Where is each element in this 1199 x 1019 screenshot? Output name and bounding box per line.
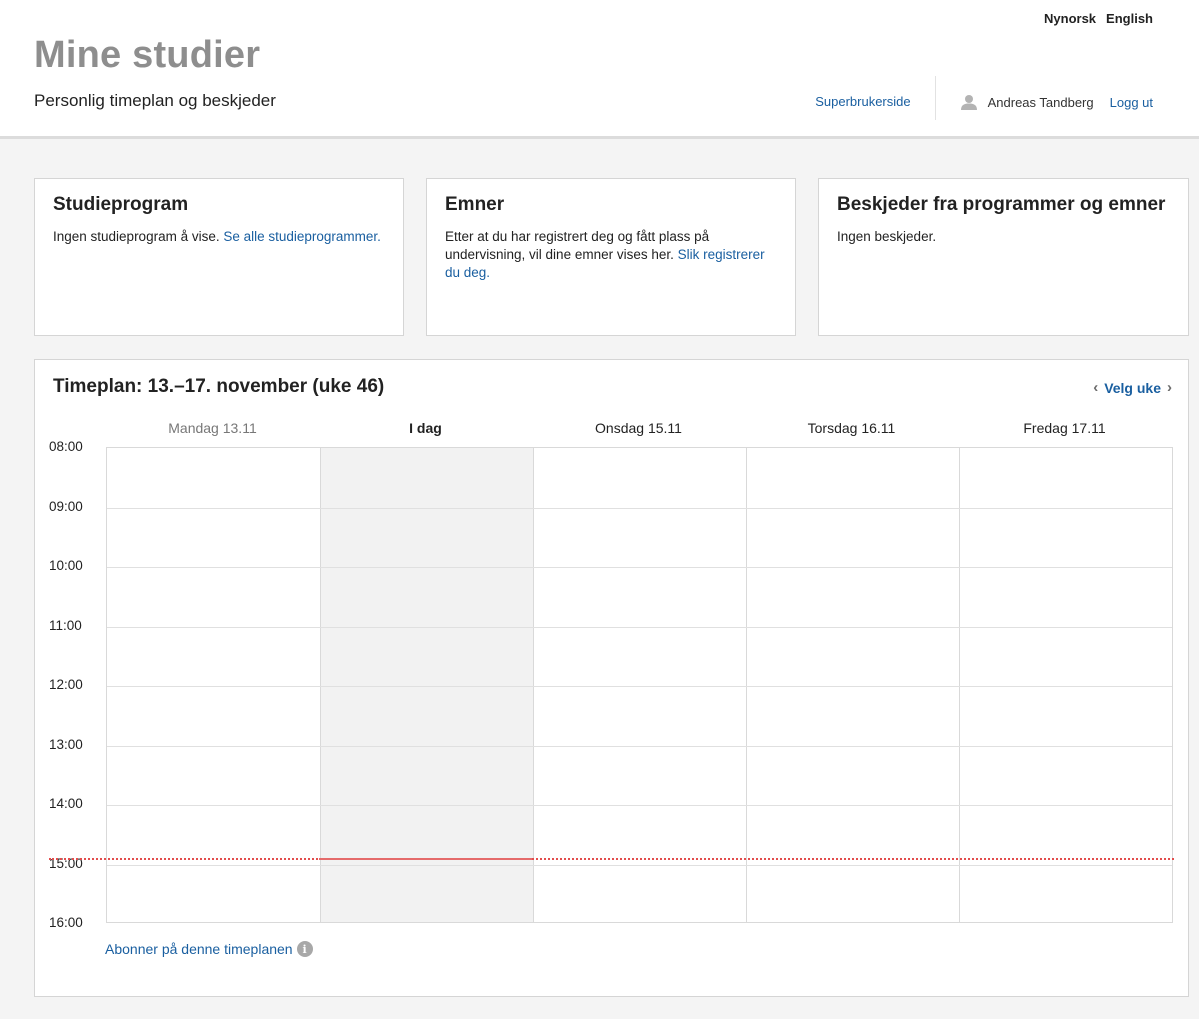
- info-icon[interactable]: i: [296, 941, 313, 957]
- page-header: Nynorsk English Mine studier Personlig t…: [0, 0, 1199, 139]
- day-column[interactable]: [107, 448, 320, 922]
- current-time-line: [49, 858, 1174, 861]
- superuser-link[interactable]: Superbrukerside: [815, 94, 910, 109]
- language-switcher: Nynorsk English: [1044, 11, 1153, 26]
- card-text: Etter at du har registrert deg og fått p…: [445, 228, 777, 282]
- current-time-today-line: [319, 858, 532, 861]
- hour-gridline: [107, 686, 1172, 687]
- hour-gridline: [107, 805, 1172, 806]
- subscribe-row: Abonner på denne timeplanen i: [105, 941, 313, 957]
- card-text: Ingen beskjeder.: [837, 229, 937, 244]
- day-column[interactable]: [320, 448, 533, 922]
- page-subtitle: Personlig timeplan og beskjeder: [34, 91, 276, 110]
- day-column[interactable]: [959, 448, 1172, 922]
- day-column[interactable]: [533, 448, 746, 922]
- hour-gridline: [107, 745, 1172, 747]
- hour-label: 08:00: [49, 439, 83, 454]
- hour-label: 09:00: [49, 498, 83, 514]
- hour-label: 12:00: [49, 677, 83, 692]
- timetable-grid[interactable]: [106, 447, 1173, 923]
- lang-nynorsk-link[interactable]: Nynorsk: [1044, 11, 1096, 26]
- user-name: Andreas Tandberg: [987, 94, 1094, 110]
- hour-gridline: [107, 864, 1172, 866]
- hour-label: 13:00: [49, 736, 83, 752]
- page-title: Mine studier: [34, 34, 261, 76]
- hour-label: 14:00: [49, 796, 83, 811]
- hour-gridline: [107, 626, 1172, 628]
- day-header: Onsdag 15.11: [595, 420, 682, 436]
- chevron-left-icon[interactable]: ‹: [1093, 379, 1098, 396]
- logout-link[interactable]: Logg ut: [1110, 95, 1153, 110]
- hour-gridline: [107, 507, 1172, 509]
- card-title: Emner: [445, 194, 505, 215]
- day-header: I dag: [409, 420, 442, 436]
- see-all-programs-link[interactable]: Se alle studieprogrammer.: [223, 229, 381, 244]
- courses-card: Emner Etter at du har registrert deg og …: [426, 178, 796, 336]
- lang-english-link[interactable]: English: [1106, 11, 1153, 26]
- week-navigation: ‹ Velg uke ›: [1093, 379, 1172, 396]
- subscribe-link[interactable]: Abonner på denne timeplanen: [105, 941, 293, 957]
- hour-label: 11:00: [49, 617, 82, 633]
- hour-gridline: [107, 567, 1172, 568]
- hour-label: 16:00: [49, 915, 83, 930]
- day-header: Torsdag 16.11: [807, 420, 896, 436]
- timetable-title: Timeplan: 13.–17. november (uke 46): [53, 376, 385, 397]
- choose-week-link[interactable]: Velg uke: [1104, 380, 1161, 396]
- chevron-right-icon[interactable]: ›: [1167, 379, 1172, 396]
- card-body-text: Ingen studieprogram å vise.: [53, 229, 224, 244]
- day-header: Mandag 13.11: [168, 420, 257, 436]
- card-title: Studieprogram: [53, 194, 189, 215]
- user-bar: Superbrukerside Andreas Tandberg Logg ut: [815, 76, 1153, 120]
- user-silhouette-icon: [960, 95, 977, 110]
- messages-card: Beskjeder fra programmer og emner Ingen …: [818, 178, 1189, 336]
- card-title: Beskjeder fra programmer og emner: [837, 194, 1166, 215]
- study-program-card: Studieprogram Ingen studieprogram å vise…: [34, 178, 404, 336]
- day-column[interactable]: [746, 448, 959, 922]
- hour-label: 10:00: [49, 558, 83, 573]
- day-header: Fredag 17.11: [1023, 420, 1106, 436]
- card-body-text: Etter at du har registrert deg og fått p…: [445, 229, 710, 262]
- timetable-panel: Timeplan: 13.–17. november (uke 46) ‹ Ve…: [34, 359, 1189, 997]
- card-text: Ingen studieprogram å vise. Se alle stud…: [53, 228, 385, 246]
